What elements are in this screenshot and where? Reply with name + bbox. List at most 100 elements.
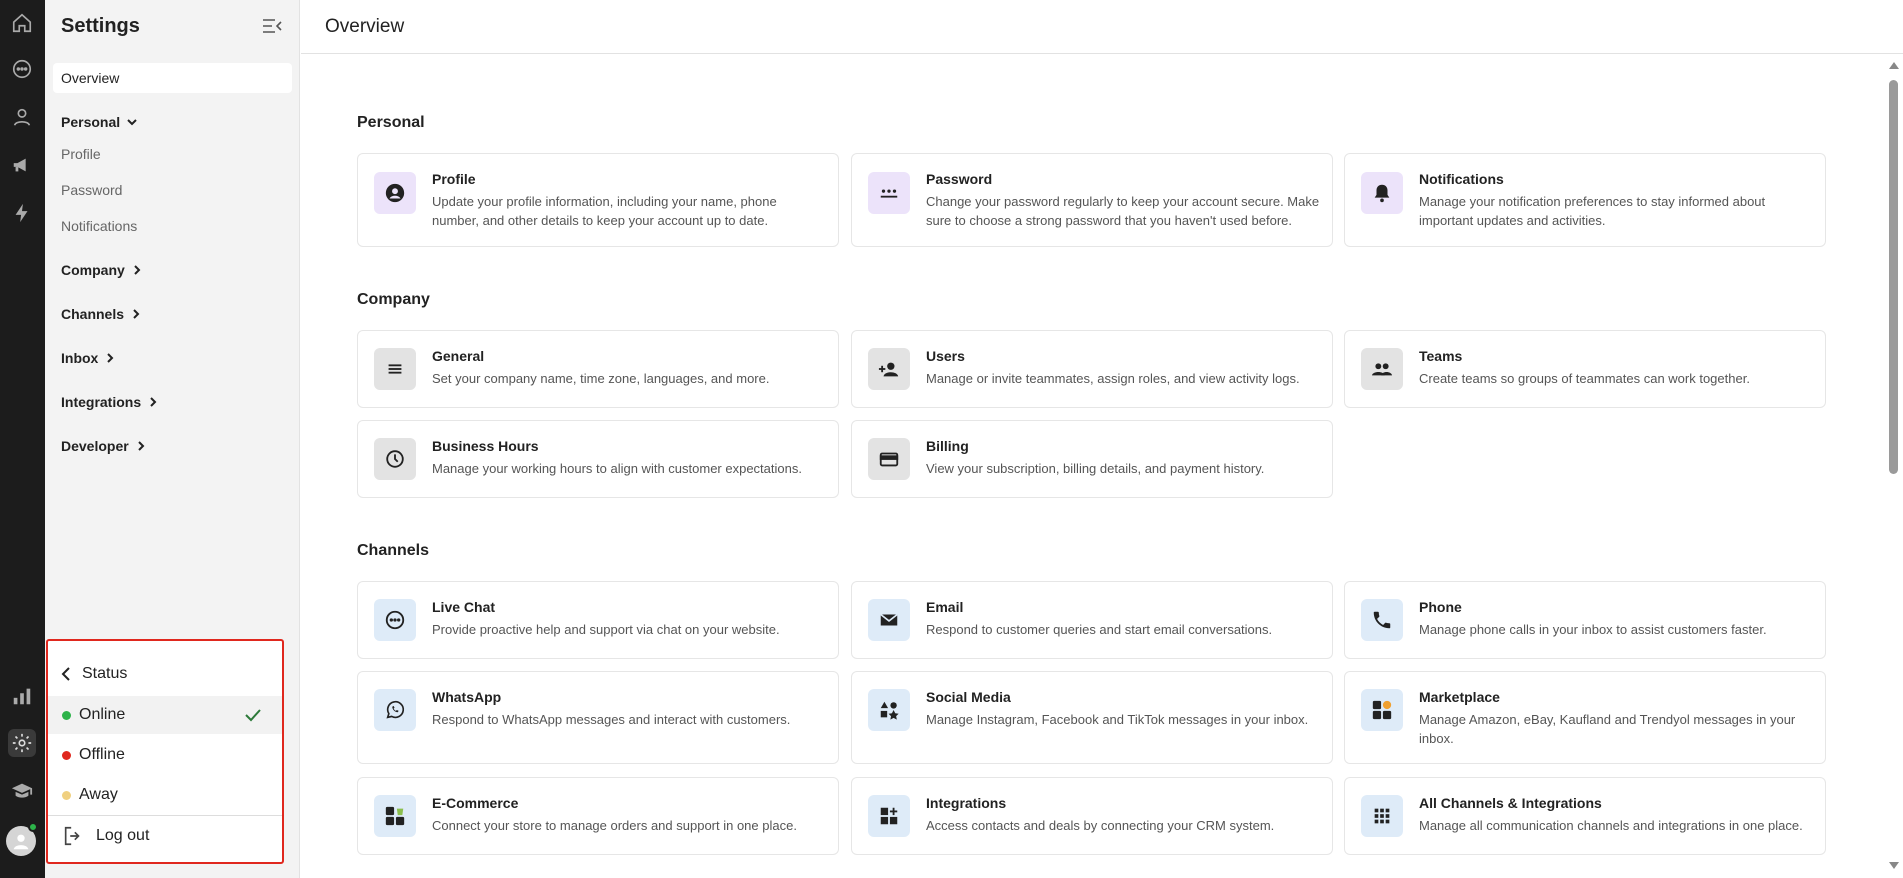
scroll-thumb[interactable]	[1889, 80, 1898, 474]
page-header: Overview	[301, 0, 1903, 54]
popup-divider	[48, 815, 282, 816]
sidebar-title: Settings	[61, 15, 140, 37]
card-description: Manage Amazon, eBay, Kaufland and Trendy…	[1419, 712, 1796, 746]
sidebar-group-integrations[interactable]: Integrations	[61, 394, 159, 410]
add-user-icon	[868, 348, 910, 390]
scroll-up-icon[interactable]	[1889, 62, 1899, 69]
card-description: Manage your notification preferences to …	[1419, 194, 1766, 228]
sidebar-group-inbox[interactable]: Inbox	[61, 350, 116, 366]
sidebar-group-developer[interactable]: Developer	[61, 438, 147, 454]
chevron-right-icon	[107, 353, 114, 363]
widgets-add-icon	[868, 795, 910, 837]
lightning-icon[interactable]	[8, 199, 36, 227]
password-dots-icon	[868, 172, 910, 214]
chevron-right-icon	[150, 397, 157, 407]
card-title: Marketplace	[1419, 689, 1500, 705]
collapse-sidebar-icon[interactable]	[261, 16, 283, 36]
status-header-label: Status	[82, 665, 128, 682]
section-title-channels: Channels	[357, 542, 430, 559]
card-description: Change your password regularly to keep y…	[926, 194, 1320, 228]
card-password[interactable]: Password Change your password regularly …	[851, 153, 1333, 247]
sidebar-group-company[interactable]: Company	[61, 262, 143, 278]
card-description: Manage or invite teammates, assign roles…	[926, 371, 1300, 386]
card-business-hours[interactable]: Business Hours Manage your working hours…	[357, 420, 839, 498]
card-title: General	[432, 348, 485, 364]
sidebar-group-label: Personal	[61, 114, 121, 130]
card-marketplace[interactable]: Marketplace Manage Amazon, eBay, Kauflan…	[1344, 671, 1826, 764]
bell-icon	[1361, 172, 1403, 214]
status-option-away[interactable]: Away	[48, 776, 282, 814]
card-general[interactable]: General Set your company name, time zone…	[357, 330, 839, 408]
sidebar-group-label: Inbox	[61, 350, 99, 366]
status-option-offline[interactable]: Offline	[48, 736, 282, 774]
scroll-down-icon[interactable]	[1889, 862, 1899, 869]
chevron-left-icon	[61, 667, 70, 681]
status-option-label: Online	[79, 706, 126, 723]
scrollbar[interactable]	[1885, 58, 1903, 878]
chevron-down-icon	[127, 119, 137, 126]
card-users[interactable]: Users Manage or invite teammates, assign…	[851, 330, 1333, 408]
card-description: Connect your store to manage orders and …	[432, 818, 797, 833]
group-icon	[1361, 348, 1403, 390]
reports-icon[interactable]	[8, 682, 36, 710]
gear-icon[interactable]	[8, 729, 36, 757]
sidebar-group-channels[interactable]: Channels	[61, 306, 142, 322]
card-teams[interactable]: Teams Create teams so groups of teammate…	[1344, 330, 1826, 408]
card-description: Respond to WhatsApp messages and interac…	[432, 712, 791, 727]
sidebar-item-password[interactable]: Password	[61, 182, 122, 198]
card-title: Profile	[432, 171, 476, 187]
card-description: Respond to customer queries and start em…	[926, 622, 1273, 637]
sidebar-group-label: Integrations	[61, 394, 142, 410]
menu-lines-icon	[374, 348, 416, 390]
page-title: Overview	[325, 16, 405, 37]
away-dot	[62, 790, 71, 800]
card-profile[interactable]: Profile Update your profile information,…	[357, 153, 839, 247]
card-description: Set your company name, time zone, langua…	[432, 371, 770, 386]
app-rail	[0, 0, 45, 878]
card-title: E-Commerce	[432, 795, 519, 811]
card-description: View your subscription, billing details,…	[926, 461, 1265, 476]
whatsapp-icon	[374, 689, 416, 731]
credit-card-icon	[868, 438, 910, 480]
online-indicator	[28, 822, 38, 832]
sidebar-group-personal[interactable]: Personal	[61, 114, 138, 130]
person-circle-icon	[374, 172, 416, 214]
card-title: Business Hours	[432, 438, 539, 454]
home-icon[interactable]	[8, 9, 36, 37]
card-e-commerce[interactable]: E-Commerce Connect your store to manage …	[357, 777, 839, 855]
card-social-media[interactable]: Social Media Manage Instagram, Facebook …	[851, 671, 1333, 764]
card-title: Password	[926, 171, 993, 187]
sidebar-item-overview[interactable]: Overview	[53, 63, 292, 93]
conversations-icon[interactable]	[8, 55, 36, 83]
sidebar-group-label: Channels	[61, 306, 125, 322]
sidebar-item-notifications[interactable]: Notifications	[61, 218, 137, 234]
sidebar-group-label: Developer	[61, 438, 129, 454]
card-notifications[interactable]: Notifications Manage your notification p…	[1344, 153, 1826, 247]
card-description: Manage your working hours to align with …	[432, 461, 802, 476]
card-phone[interactable]: Phone Manage phone calls in your inbox t…	[1344, 581, 1826, 659]
logout-button[interactable]: Log out	[62, 825, 149, 847]
megaphone-icon[interactable]	[8, 151, 36, 179]
status-option-label: Away	[79, 786, 118, 803]
chevron-right-icon	[134, 265, 141, 275]
card-billing[interactable]: Billing View your subscription, billing …	[851, 420, 1333, 498]
card-title: Integrations	[926, 795, 1007, 811]
status-back-button[interactable]: Status	[60, 665, 127, 683]
status-option-online[interactable]: Online	[48, 696, 282, 734]
card-description: Manage Instagram, Facebook and TikTok me…	[926, 712, 1309, 727]
sidebar-item-profile[interactable]: Profile	[61, 146, 101, 162]
card-email[interactable]: Email Respond to customer queries and st…	[851, 581, 1333, 659]
card-description: Manage phone calls in your inbox to assi…	[1419, 622, 1767, 637]
card-live-chat[interactable]: Live Chat Provide proactive help and sup…	[357, 581, 839, 659]
status-option-label: Offline	[79, 746, 125, 763]
card-all-channels[interactable]: All Channels & Integrations Manage all c…	[1344, 777, 1826, 855]
academy-icon[interactable]	[8, 777, 36, 805]
phone-icon	[1361, 599, 1403, 641]
contacts-icon[interactable]	[8, 103, 36, 131]
card-description: Create teams so groups of teammates can …	[1419, 371, 1750, 386]
card-whatsapp[interactable]: WhatsApp Respond to WhatsApp messages an…	[357, 671, 839, 764]
card-integrations[interactable]: Integrations Access contacts and deals b…	[851, 777, 1333, 855]
shapes-icon	[868, 689, 910, 731]
card-title: Teams	[1419, 348, 1463, 364]
logout-icon	[64, 826, 80, 846]
